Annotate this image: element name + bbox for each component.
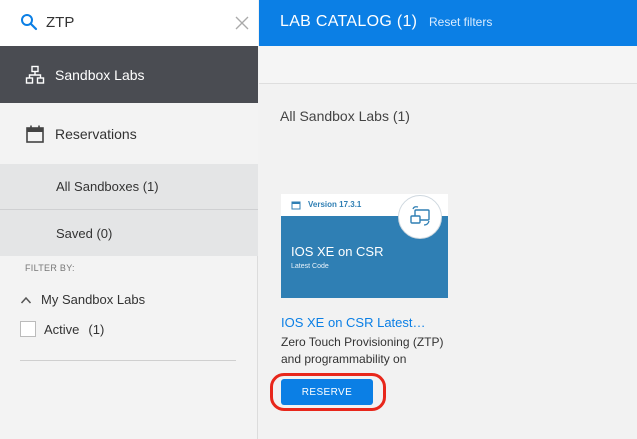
sidebar: Sandbox Labs Reservations All Sandboxes … (0, 0, 258, 439)
card-image-title: IOS XE on CSR (291, 244, 384, 259)
sidebar-item-label: Saved (0) (56, 225, 113, 241)
nav-item-reservations[interactable]: Reservations (0, 103, 258, 165)
card-image-subtitle: Latest Code (291, 263, 329, 270)
filter-group-my-sandbox-labs[interactable]: My Sandbox Labs (20, 292, 145, 307)
divider (20, 360, 236, 361)
search-icon (21, 14, 38, 31)
sidebar-item-all-sandboxes[interactable]: All Sandboxes (1) (0, 164, 258, 210)
hierarchy-icon (25, 65, 45, 84)
nav-item-sandbox-labs[interactable]: Sandbox Labs (0, 46, 258, 103)
sidebar-item-saved[interactable]: Saved (0) (0, 210, 258, 256)
section-title: All Sandbox Labs (1) (280, 108, 410, 124)
toolbar (259, 46, 637, 84)
lab-card-description: Zero Touch Provisioning (ZTP) and progra… (281, 335, 444, 366)
filter-option-label: Active (44, 321, 80, 337)
search-bar (0, 0, 258, 46)
calendar-icon (291, 201, 301, 210)
active-checkbox[interactable] (20, 321, 36, 337)
sidebar-item-label: All Sandboxes (1) (56, 179, 159, 194)
router-icon (398, 195, 442, 239)
lab-card-image[interactable]: Version 17.3.1 IOS XE on CSR Latest Code (281, 194, 448, 298)
nav-item-label: Sandbox Labs (55, 66, 145, 83)
chevron-up-icon (20, 296, 32, 304)
filter-option-active: Active (1) (20, 321, 104, 337)
close-icon[interactable] (234, 15, 250, 31)
header-bar: LAB CATALOG (1) Reset filters (259, 0, 637, 46)
reset-filters-link[interactable]: Reset filters (429, 15, 492, 29)
lab-card-title[interactable]: IOS XE on CSR Latest… (281, 315, 426, 330)
page-title: LAB CATALOG (1) (280, 13, 418, 30)
calendar-icon (26, 125, 44, 143)
filter-heading: FILTER BY: (25, 263, 75, 273)
filter-option-count: (1) (88, 321, 105, 337)
nav-item-label: Reservations (55, 126, 137, 142)
filter-group-label: My Sandbox Labs (41, 292, 146, 307)
reserve-button[interactable]: RESERVE (281, 379, 373, 405)
version-label: Version 17.3.1 (308, 200, 362, 209)
search-input[interactable] (46, 11, 216, 33)
